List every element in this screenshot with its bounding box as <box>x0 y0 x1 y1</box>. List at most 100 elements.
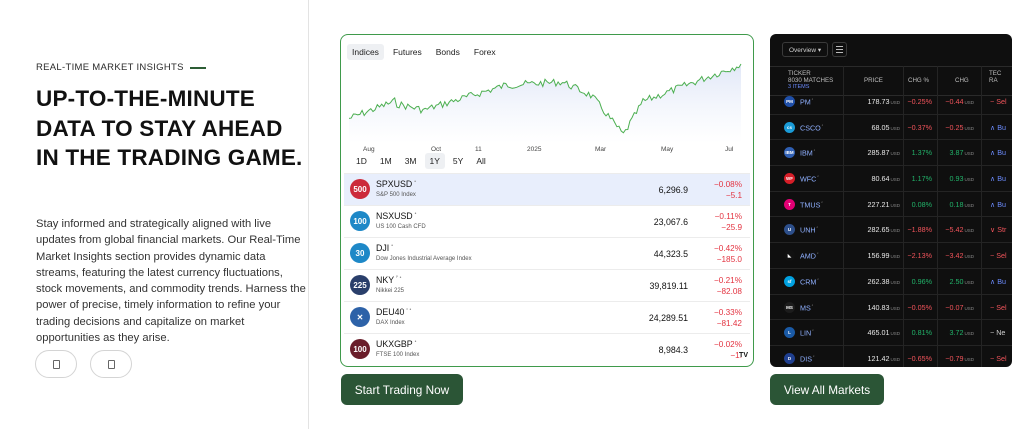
symbol-row-ukxgbp[interactable]: 100 UKXGBP • FTSE 100 Index 8,984.3 −0.02% −1.… <box>344 333 750 365</box>
x-axis-label: May <box>661 146 674 153</box>
screener-row-csco[interactable]: cs CSCOᶜ 68.05USD −0.37% −0.25USD ∧ Bu <box>770 115 1012 141</box>
symbol-mark: • <box>391 243 393 250</box>
ticker-link[interactable]: IBMᶜ <box>800 148 815 157</box>
change-cell: −0.79USD <box>938 354 974 363</box>
next-button[interactable] <box>90 350 132 378</box>
menu-icon <box>836 46 843 47</box>
ticker-text: MS <box>800 302 811 312</box>
symbol-row-deu40[interactable]: ✕ DEU40 ᶜ • DAX Index 24,289.51 −0.33% −81.42 <box>344 301 750 333</box>
symbol-price: 6,296.9 <box>658 185 688 195</box>
ticker-link[interactable]: CSCOᶜ <box>800 123 823 132</box>
columns-menu-button[interactable] <box>832 42 847 57</box>
prev-button[interactable] <box>35 350 77 378</box>
price-value: 80.64 <box>871 174 890 184</box>
change-value: −0.44 <box>945 97 964 106</box>
symbol-mark: • <box>414 339 417 346</box>
price-cell: 178.73USD <box>856 97 901 106</box>
symbol-list: 500 SPXUSD • S&P 500 Index 6,296.9 −0.08% −5.1… <box>344 173 750 365</box>
ticker-link[interactable]: UNHᶜ <box>800 225 818 234</box>
ticker-link[interactable]: TMUSᶜ <box>800 200 823 209</box>
price-cell: 465.01USD <box>856 328 901 338</box>
company-logo: D <box>784 352 795 364</box>
screener-row-unh[interactable]: U UNHᶜ 282.65USD −1.88% −5.42USD ∨ Str <box>770 217 1012 244</box>
symbol-change-percent: −0.21% <box>714 276 742 285</box>
ticker-mark: ᶜ <box>821 122 824 128</box>
currency-label: USD <box>890 202 900 208</box>
ticker-link[interactable]: MSᶜ <box>800 303 813 312</box>
view-all-markets-button[interactable]: View All Markets <box>770 374 884 405</box>
screener-row-crm[interactable]: sf CRMᶜ 262.38USD 0.96% 2.50USD ∧ Bu <box>770 269 1012 295</box>
currency-label: USD <box>964 151 974 157</box>
symbol-price: 44,323.5 <box>653 249 688 259</box>
symbol-ticker: DJI • <box>376 243 393 253</box>
symbol-change: −0.02% −1. <box>714 339 742 361</box>
screener-row-lin[interactable]: L LINᶜ 465.01USD 0.81% 3.72USD − Ne <box>770 320 1012 346</box>
change-cell: −5.42USD <box>938 225 974 234</box>
range-all[interactable]: All <box>471 153 490 169</box>
carousel-controls <box>35 350 132 378</box>
currency-label: USD <box>964 331 974 337</box>
ticker-mark: ᶜ <box>811 302 814 308</box>
screener-row-ms[interactable]: MS MSᶜ 140.83USD −0.05% −0.07USD − Sel <box>770 295 1012 321</box>
price-value: 285.87 <box>867 148 890 158</box>
screener-row-amd[interactable]: ◣ AMDᶜ 156.99USD −2.13% −3.42USD − Sel <box>770 243 1012 269</box>
symbol-logo: 30 <box>350 243 370 263</box>
change-percent-cell: −0.65% <box>907 353 932 363</box>
symbol-change-value: −25.9 <box>721 223 742 232</box>
ticker-link[interactable]: PMᶜ <box>800 97 813 106</box>
symbol-row-nky[interactable]: 225 NKY ᴾ • Nikkei 225 39,819.11 −0.21% −82.08 <box>344 269 750 301</box>
range-5y[interactable]: 5Y <box>448 153 468 169</box>
ticker-link[interactable]: WFCᶜ <box>800 174 819 183</box>
price-value: 156.99 <box>867 251 890 261</box>
x-axis-label: 2025 <box>527 146 542 153</box>
ticker-link[interactable]: LINᶜ <box>800 328 814 337</box>
price-value: 465.01 <box>867 328 890 338</box>
tech-rating-cell: ∧ Bu <box>990 174 1007 184</box>
tech-rating-header[interactable]: TEC RA <box>989 70 1001 84</box>
price-cell: 156.99USD <box>856 251 901 261</box>
change-percent-cell: 1.17% <box>911 174 932 184</box>
start-trading-button[interactable]: Start Trading Now <box>341 374 463 405</box>
screener-row-ibm[interactable]: IBM IBMᶜ 285.87USD 1.37% 3.87USD ∧ Bu <box>770 140 1012 167</box>
range-1y[interactable]: 1Y <box>424 153 445 169</box>
price-cell: 121.42USD <box>856 353 901 363</box>
symbol-row-nsxusd[interactable]: 100 NSXUSD • US 100 Cash CFD 23,067.6 −0.11% −… <box>344 205 750 237</box>
currency-label: USD <box>890 228 900 234</box>
chg-header[interactable]: CHG <box>955 77 969 84</box>
symbol-row-dji[interactable]: 30 DJI • Dow Jones Industrial Average Index… <box>344 237 750 269</box>
screener-row-wfc[interactable]: WF WFCᶜ 80.64USD 1.17% 0.93USD ∧ Bu <box>770 166 1012 192</box>
symbol-ticker: DEU40 ᶜ • <box>376 307 411 317</box>
price-cell: 140.83USD <box>856 303 901 312</box>
symbol-mark: ᴾ • <box>396 275 402 282</box>
price-header[interactable]: PRICE <box>864 77 883 84</box>
symbol-name: S&P 500 Index <box>376 192 416 198</box>
symbol-logo: 100 <box>350 339 370 359</box>
change-cell: 2.50USD <box>938 277 974 286</box>
company-logo: PM <box>784 96 795 107</box>
screener-row-pm[interactable]: PM PMᶜ 178.73USD −0.25% −0.44USD − Sel <box>770 89 1012 115</box>
ticker-link[interactable]: DISᶜ <box>800 354 814 363</box>
ticker-header[interactable]: TICKER 8030 MATCHES 3 ITEMS <box>788 70 833 91</box>
change-percent-cell: −1.88% <box>907 225 932 235</box>
symbol-row-spxusd[interactable]: 500 SPXUSD • S&P 500 Index 6,296.9 −0.08% −5.1 <box>344 173 750 205</box>
range-1d[interactable]: 1D <box>351 153 372 169</box>
currency-label: USD <box>964 279 974 285</box>
x-axis-label: Aug <box>363 146 375 153</box>
screener-row-dis[interactable]: D DISᶜ 121.42USD −0.65% −0.79USD − Sel <box>770 346 1012 367</box>
chg-percent-header[interactable]: CHG % <box>908 77 929 84</box>
range-1m[interactable]: 1M <box>375 153 397 169</box>
time-range-selector: 1D 1M 3M 1Y 5Y All <box>351 153 491 169</box>
ticker-link[interactable]: AMDᶜ <box>800 251 818 260</box>
ticker-mark: ᶜ <box>812 353 815 359</box>
change-percent-cell: −0.25% <box>907 97 932 106</box>
currency-label: USD <box>964 356 974 362</box>
symbol-change-percent: −0.42% <box>714 244 742 253</box>
tech-rating-cell: − Sel <box>990 353 1007 363</box>
price-value: 121.42 <box>867 353 890 363</box>
symbol-ticker: NSXUSD • <box>376 211 416 221</box>
ticker-link[interactable]: CRMᶜ <box>800 277 819 286</box>
screener-row-tmus[interactable]: T TMUSᶜ 227.21USD 0.08% 0.18USD ∧ Bu <box>770 192 1012 218</box>
tech-rating-cell: ∧ Bu <box>990 148 1007 158</box>
overview-dropdown[interactable]: Overview ▾ <box>782 42 828 57</box>
range-3m[interactable]: 3M <box>400 153 422 169</box>
